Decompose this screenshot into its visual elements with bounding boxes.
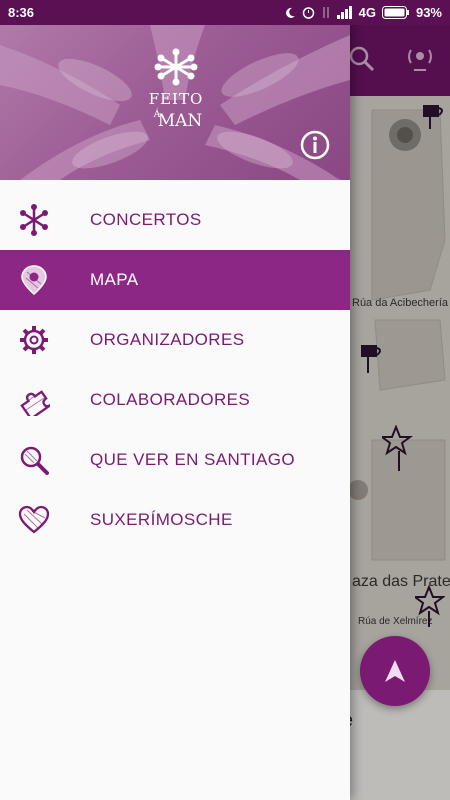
heart-icon xyxy=(18,505,50,534)
battery-percent: 93% xyxy=(415,5,442,20)
gear-icon xyxy=(20,326,48,354)
menu-item-label: QUE VER EN SANTIAGO xyxy=(90,450,296,469)
drawer-header: FEITO Á MAN xyxy=(0,25,350,180)
battery-icon xyxy=(381,6,409,19)
menu-item-colaboradores[interactable]: COLABORADORES xyxy=(0,370,350,430)
navigation-drawer: FEITO Á MAN CONCERTOS MAPA ORGANIZADORES… xyxy=(0,0,350,800)
network-type: 4G xyxy=(358,5,376,20)
status-bar: 8:36 4G 93% xyxy=(0,0,450,25)
alarm-icon xyxy=(302,7,314,19)
info-circle-icon[interactable] xyxy=(300,130,330,160)
menu-item-label: SUXERÍMOSCHE xyxy=(90,510,233,529)
menu-item-label: CONCERTOS xyxy=(90,210,202,229)
asterisk-icon xyxy=(20,204,48,236)
map-pin-icon xyxy=(21,265,47,295)
menu-item-que-ver-en-santiago[interactable]: QUE VER EN SANTIAGO xyxy=(0,430,350,490)
logo-line-3: MAN xyxy=(158,111,203,131)
feito-a-man-logo: FEITO Á MAN xyxy=(149,48,204,131)
menu-item-mapa[interactable]: MAPA xyxy=(0,250,350,310)
menu-item-label: ORGANIZADORES xyxy=(90,330,245,349)
menu-item-concertos[interactable]: CONCERTOS xyxy=(0,190,350,250)
navigate-fab[interactable] xyxy=(360,636,430,706)
menu-item-label: COLABORADORES xyxy=(90,390,251,409)
menu-item-label: MAPA xyxy=(90,270,139,289)
logo-line-1: FEITO xyxy=(149,90,204,108)
menu-item-organizadores[interactable]: ORGANIZADORES xyxy=(0,310,350,370)
magnifier-icon xyxy=(20,446,49,475)
drawer-menu: CONCERTOS MAPA ORGANIZADORES COLABORADOR… xyxy=(0,190,350,550)
puzzle-icon xyxy=(20,390,50,416)
status-time: 8:36 xyxy=(8,5,35,20)
menu-item-suxerimosche[interactable]: SUXERÍMOSCHE xyxy=(0,490,350,550)
moon-icon xyxy=(285,7,295,18)
data-transfer-icon xyxy=(323,7,329,18)
signal-icon xyxy=(336,6,352,19)
navigation-arrow-icon xyxy=(385,660,405,682)
